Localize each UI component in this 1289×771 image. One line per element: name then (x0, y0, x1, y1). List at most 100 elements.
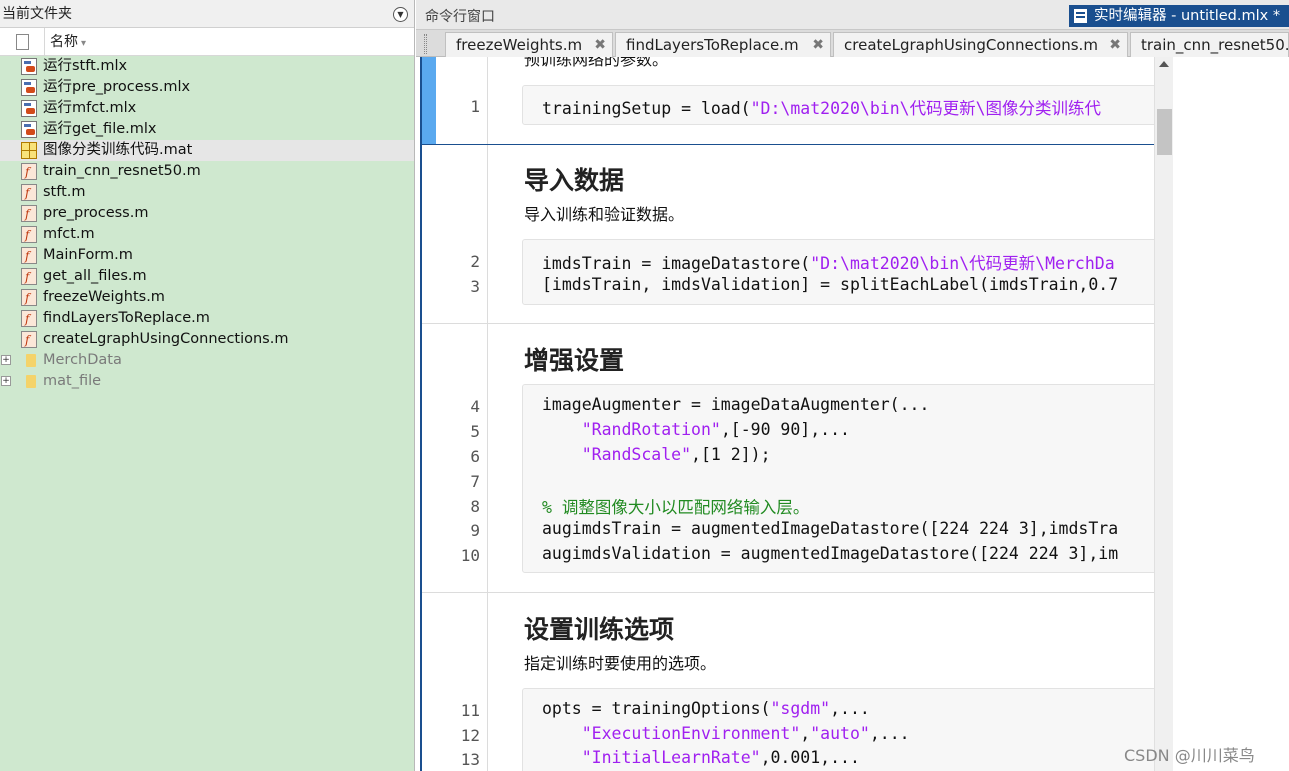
line-number: 10 (460, 546, 480, 565)
line-number: 4 (470, 397, 480, 416)
file-item[interactable]: 图像分类训练代码.mat (0, 140, 414, 161)
file-item[interactable]: createLgraphUsingConnections.m (0, 329, 414, 351)
file-list: 运行stft.mlx 运行pre_process.mlx 运行mfct.mlx 运行g… (0, 56, 414, 392)
tab-grip-handle[interactable] (424, 34, 427, 54)
code-line[interactable]: trainingSetup = load("D:\mat2020\bin\代码更… (542, 95, 1101, 119)
live-script-icon (21, 79, 37, 96)
file-item[interactable]: MainForm.m (0, 245, 414, 267)
file-name: createLgraphUsingConnections.m (43, 331, 289, 347)
file-name: 运行stft.mlx (43, 58, 128, 74)
file-item[interactable]: 运行pre_process.mlx (0, 77, 414, 98)
section-heading: 增强设置 (524, 346, 625, 375)
tab-freeze-weights[interactable]: freezeWeights.m ✖ (445, 32, 613, 57)
tab-create-lgraph[interactable]: createLgraphUsingConnections.m ✖ (833, 32, 1128, 57)
folder-item[interactable]: + mat_file (0, 371, 414, 392)
document-icon (16, 34, 29, 50)
scroll-up-icon[interactable] (1159, 61, 1169, 67)
editor-tab-bar: freezeWeights.m ✖ findLayersToReplace.m ✖ … (416, 30, 1289, 57)
line-number: 9 (470, 521, 480, 540)
section-heading: 设置训练选项 (524, 615, 675, 644)
file-item[interactable]: get_all_files.m (0, 266, 414, 288)
line-number: 1 (470, 97, 480, 116)
code-line[interactable]: [imdsTrain, imdsValidation] = splitEachL… (542, 275, 1118, 294)
section-heading: 导入数据 (524, 166, 625, 195)
code-line[interactable]: imdsTrain = imageDatastore("D:\mat2020\b… (542, 250, 1115, 274)
file-name: get_all_files.m (43, 268, 147, 284)
file-item[interactable]: 运行mfct.mlx (0, 98, 414, 119)
file-name: freezeWeights.m (43, 289, 165, 305)
code-line[interactable]: augimdsValidation = augmentedImageDatast… (542, 544, 1118, 563)
code-line[interactable]: "InitialLearnRate",0.001,... (542, 748, 860, 767)
file-item[interactable]: 运行get_file.mlx (0, 119, 414, 140)
run-section-indicator[interactable] (422, 57, 436, 144)
vertical-scrollbar[interactable] (1154, 57, 1173, 771)
close-icon[interactable]: ✖ (1109, 33, 1121, 57)
line-number: 13 (460, 750, 480, 769)
m-file-icon (21, 267, 37, 288)
close-icon[interactable]: ✖ (594, 33, 606, 57)
file-item[interactable]: freezeWeights.m (0, 287, 414, 309)
code-line[interactable]: "ExecutionEnvironment","auto",... (542, 724, 910, 743)
watermark: CSDN @川川菜鸟 (1124, 746, 1255, 765)
section-divider (422, 144, 1154, 145)
section-divider (422, 592, 1154, 593)
scrollbar-thumb[interactable] (1157, 109, 1172, 155)
section-text: 导入训练和验证数据。 (524, 205, 685, 224)
m-file-icon (21, 309, 37, 330)
m-file-icon (21, 162, 37, 183)
file-name: 图像分类训练代码.mat (43, 142, 193, 158)
live-editor-title[interactable]: 实时编辑器 - untitled.mlx * (1069, 5, 1289, 27)
code-comment[interactable]: % 调整图像大小以匹配网络输入层。 (542, 494, 809, 518)
m-file-icon (21, 288, 37, 309)
file-name: 运行pre_process.mlx (43, 79, 191, 95)
m-file-icon (21, 183, 37, 204)
file-name: pre_process.m (43, 205, 149, 221)
file-name: mfct.m (43, 226, 95, 242)
line-number: 8 (470, 497, 480, 516)
current-folder-panel: 当前文件夹 ▼ 名称 ▾ 运行stft.mlx 运行pre_process.mlx 运… (0, 0, 415, 771)
sort-arrow-icon: ▾ (81, 38, 87, 49)
file-item[interactable]: 运行stft.mlx (0, 56, 414, 77)
command-window-title[interactable]: 命令行窗口 (425, 6, 495, 26)
file-item[interactable]: mfct.m (0, 224, 414, 246)
file-name: 运行mfct.mlx (43, 100, 137, 116)
tab-find-layers-to-replace[interactable]: findLayersToReplace.m ✖ (615, 32, 831, 57)
expand-icon[interactable]: + (1, 355, 11, 365)
folder-item[interactable]: + MerchData (0, 350, 414, 371)
file-type-column[interactable] (0, 28, 45, 56)
file-item[interactable]: train_cnn_resnet50.m (0, 161, 414, 183)
live-editor-document[interactable]: 预训练网络的参数。 1 trainingSetup = load("D:\mat… (420, 57, 1154, 771)
matlab-window: 当前文件夹 ▼ 名称 ▾ 运行stft.mlx 运行pre_process.mlx 运… (0, 0, 1289, 771)
name-column-header[interactable]: 名称 ▾ (50, 28, 86, 58)
tab-train-cnn-resnet50[interactable]: train_cnn_resnet50.m (1130, 32, 1289, 57)
close-icon[interactable]: ✖ (812, 33, 824, 57)
folder-icon (26, 354, 36, 367)
line-number: 7 (470, 472, 480, 491)
file-item[interactable]: stft.m (0, 182, 414, 204)
file-item[interactable]: findLayersToReplace.m (0, 308, 414, 330)
live-script-icon (21, 100, 37, 117)
code-line[interactable]: opts = trainingOptions("sgdm",... (542, 699, 870, 718)
mat-file-icon (21, 142, 37, 159)
editor-empty-area (1173, 57, 1289, 771)
current-folder-title: 当前文件夹 (2, 6, 72, 22)
code-line[interactable]: augimdsTrain = augmentedImageDatastore([… (542, 519, 1118, 538)
live-editor-title-text: 实时编辑器 - untitled.mlx * (1094, 8, 1281, 24)
code-line[interactable]: imageAugmenter = imageDataAugmenter(... (542, 395, 929, 414)
file-name: MainForm.m (43, 247, 133, 263)
file-item[interactable]: pre_process.m (0, 203, 414, 225)
file-column-header: 名称 ▾ (0, 28, 414, 56)
current-folder-titlebar: 当前文件夹 ▼ (0, 0, 414, 28)
file-name: mat_file (43, 373, 102, 389)
description-text: 预训练网络的参数。 (524, 57, 669, 69)
expand-icon[interactable]: + (1, 376, 11, 386)
code-line[interactable]: "RandScale",[1 2]); (542, 445, 771, 464)
live-script-icon (21, 121, 37, 138)
window-title-strip: 命令行窗口 实时编辑器 - untitled.mlx * (416, 0, 1289, 30)
panel-actions-icon[interactable]: ▼ (393, 7, 408, 22)
folder-icon (26, 375, 36, 388)
line-number: 3 (470, 277, 480, 296)
code-line[interactable]: "RandRotation",[-90 90],... (542, 420, 850, 439)
live-script-icon (21, 58, 37, 75)
m-file-icon (21, 225, 37, 246)
